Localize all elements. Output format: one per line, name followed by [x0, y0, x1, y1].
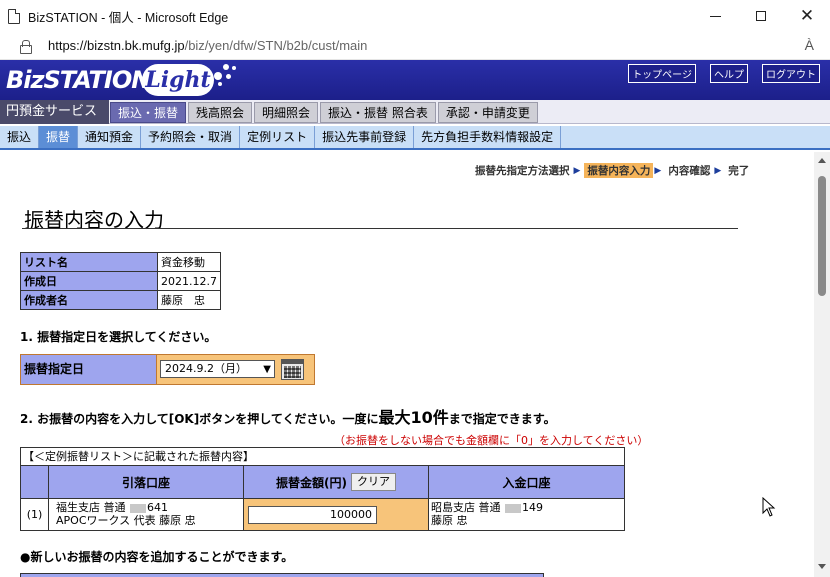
- step-confirm: 内容確認: [668, 165, 711, 177]
- title-divider: [22, 228, 738, 229]
- lock-icon[interactable]: [20, 39, 32, 54]
- url-text[interactable]: https://bizstn.bk.mufg.jp/biz/yen/dfw/ST…: [48, 38, 367, 53]
- step-select-method: 振替先指定方法選択: [475, 165, 570, 177]
- maximize-icon: [756, 11, 766, 21]
- from-account-branch: 福生支店 普通 641: [56, 501, 168, 514]
- header-from-account: 引落口座: [49, 466, 244, 498]
- transfer-date-box: 振替指定日 2024.9.2（月） ▼: [20, 354, 315, 385]
- to-account-holder: 藤原 忠: [431, 514, 468, 527]
- url-path: /biz/yen/dfw/STN/b2b/cust/main: [184, 38, 368, 53]
- section2-text-pre: 2. お振替の内容を入力して[OK]ボタンを押してください。一度に: [20, 412, 379, 426]
- subnav-furikomi[interactable]: 振込: [0, 126, 40, 148]
- list-name-value: 資金移動: [157, 252, 221, 272]
- from-account-holder: APOCワークス 代表 藤原 忠: [56, 514, 196, 527]
- subnav-fee-settings[interactable]: 先方負担手数料情報設定: [414, 126, 562, 148]
- add-transfer-table-top: [20, 573, 544, 577]
- subnav-reservation[interactable]: 予約照会・取消: [141, 126, 241, 148]
- close-icon: ✕: [799, 5, 815, 26]
- creator-label: 作成者名: [20, 290, 158, 310]
- subnav-payee-registration[interactable]: 振込先事前登録: [315, 126, 415, 148]
- service-tabs: 振込・振替 残高照会 明細照会 振込・振替 照合表 承認・申請変更: [110, 102, 538, 123]
- url-host: https://bizstn.bk.mufg.jp: [48, 38, 185, 53]
- transfer-table-caption: 【＜定例振替リスト＞に記載された振替内容】: [21, 448, 624, 466]
- section3-heading: ●新しいお振替の内容を追加することができます。: [20, 550, 294, 564]
- step-arrow-icon: ▶: [573, 165, 581, 176]
- service-label: 円預金サービス: [0, 100, 109, 124]
- amount-cell: 100000: [244, 499, 429, 530]
- scroll-down-icon[interactable]: [818, 564, 826, 569]
- read-aloud-icon[interactable]: À: [805, 37, 814, 53]
- to-account-branch: 昭島支店 普通 149: [431, 501, 543, 514]
- table-row: 作成日 2021.12.7: [20, 271, 221, 291]
- address-bar[interactable]: https://bizstn.bk.mufg.jp/biz/yen/dfw/ST…: [0, 32, 830, 60]
- section2-heading: 2. お振替の内容を入力して[OK]ボタンを押してください。一度に最大10件まで…: [20, 404, 556, 428]
- chevron-down-icon: ▼: [263, 364, 271, 375]
- transfer-date-cell: 2024.9.2（月） ▼: [157, 355, 314, 384]
- from-account-cell: 福生支店 普通 641 APOCワークス 代表 藤原 忠: [49, 499, 244, 530]
- header-amount-label: 振替金額(円): [276, 475, 347, 490]
- to-account-cell: 昭島支店 普通 149 藤原 忠: [429, 499, 624, 530]
- step-input: 振替内容入力: [584, 163, 654, 178]
- sub-nav: 振込 振替 通知預金 予約照会・取消 定例リスト 振込先事前登録 先方負担手数料…: [0, 126, 830, 150]
- masked-number: [505, 503, 521, 513]
- transfer-table-header: 引落口座 振替金額(円) クリア 入金口座: [21, 466, 624, 498]
- calendar-icon[interactable]: [281, 359, 304, 380]
- created-date-label: 作成日: [20, 271, 158, 291]
- section2-text-post: まで指定できます。: [448, 412, 556, 426]
- creator-value: 藤原 忠: [157, 290, 221, 310]
- subnav-furikae[interactable]: 振替: [39, 126, 79, 148]
- service-nav: 円預金サービス 振込・振替 残高照会 明細照会 振込・振替 照合表 承認・申請変…: [0, 100, 830, 124]
- list-name-label: リスト名: [20, 252, 158, 272]
- tab-transfer[interactable]: 振込・振替: [110, 102, 187, 123]
- table-row: (1) 福生支店 普通 641 APOCワークス 代表 藤原 忠 100000 …: [21, 498, 624, 530]
- window-titlebar: BizSTATION - 個人 - Microsoft Edge ✕: [0, 0, 830, 32]
- mouse-cursor-icon: [762, 497, 776, 517]
- masked-number: [130, 503, 146, 513]
- step-complete: 完了: [728, 165, 750, 177]
- table-row: 作成者名 藤原 忠: [20, 290, 221, 310]
- tab-balance[interactable]: 残高照会: [188, 102, 253, 123]
- vertical-scrollbar[interactable]: [814, 152, 830, 577]
- maximize-button[interactable]: [738, 0, 784, 32]
- clear-button[interactable]: クリア: [350, 473, 396, 491]
- step-arrow-icon: ▶: [714, 165, 722, 176]
- header-amount: 振替金額(円) クリア: [244, 466, 429, 498]
- created-date-value: 2021.12.7: [157, 271, 221, 291]
- tab-transfer-check[interactable]: 振込・振替 照合表: [320, 102, 436, 123]
- main-content: 振替先指定方法選択 ▶ 振替内容入力 ▶ 内容確認 ▶ 完了 振替内容の入力 リスト名…: [0, 152, 814, 577]
- step-arrow-icon: ▶: [654, 165, 662, 176]
- zero-amount-note: （お振替をしない場合でも金額欄に「0」を入力してください）: [334, 434, 649, 447]
- header-number: [21, 466, 49, 498]
- light-logo: Light: [142, 64, 214, 96]
- tab-statement[interactable]: 明細照会: [254, 102, 319, 123]
- bizstation-logo: BizSTATION: [6, 66, 151, 94]
- list-info-table: リスト名 資金移動 作成日 2021.12.7 作成者名 藤原 忠: [20, 252, 221, 310]
- top-page-link[interactable]: トップページ: [628, 64, 696, 83]
- transfer-date-label: 振替指定日: [21, 355, 157, 384]
- subnav-notice-deposit[interactable]: 通知預金: [78, 126, 142, 148]
- minimize-button[interactable]: [692, 0, 738, 32]
- section1-heading: 1. 振替指定日を選択してください。: [20, 330, 217, 344]
- minimize-icon: [709, 15, 721, 17]
- transfer-table: 【＜定例振替リスト＞に記載された振替内容】 引落口座 振替金額(円) クリア 入…: [20, 447, 625, 531]
- window-title: BizSTATION - 個人 - Microsoft Edge: [28, 10, 229, 25]
- help-link[interactable]: ヘルプ: [710, 64, 748, 83]
- subnav-regular-list[interactable]: 定例リスト: [240, 126, 316, 148]
- page-icon: [8, 8, 20, 24]
- transfer-date-value: 2024.9.2（月）: [165, 362, 247, 375]
- scroll-thumb[interactable]: [818, 176, 826, 296]
- header-links: トップページ ヘルプ ログアウト: [628, 64, 820, 83]
- row-number: (1): [21, 499, 49, 530]
- amount-input[interactable]: 100000: [248, 506, 377, 524]
- table-row: リスト名 資金移動: [20, 252, 221, 272]
- logout-link[interactable]: ログアウト: [762, 64, 820, 83]
- close-button[interactable]: ✕: [784, 0, 830, 32]
- site-header: BizSTATION Light トップページ ヘルプ ログアウト: [0, 60, 830, 100]
- transfer-date-select[interactable]: 2024.9.2（月） ▼: [160, 360, 275, 378]
- progress-steps: 振替先指定方法選択 ▶ 振替内容入力 ▶ 内容確認 ▶ 完了: [472, 163, 752, 178]
- scroll-up-icon[interactable]: [818, 158, 826, 163]
- section2-max: 最大10件: [378, 408, 449, 427]
- header-to-account: 入金口座: [429, 466, 624, 498]
- tab-approval[interactable]: 承認・申請変更: [437, 102, 538, 123]
